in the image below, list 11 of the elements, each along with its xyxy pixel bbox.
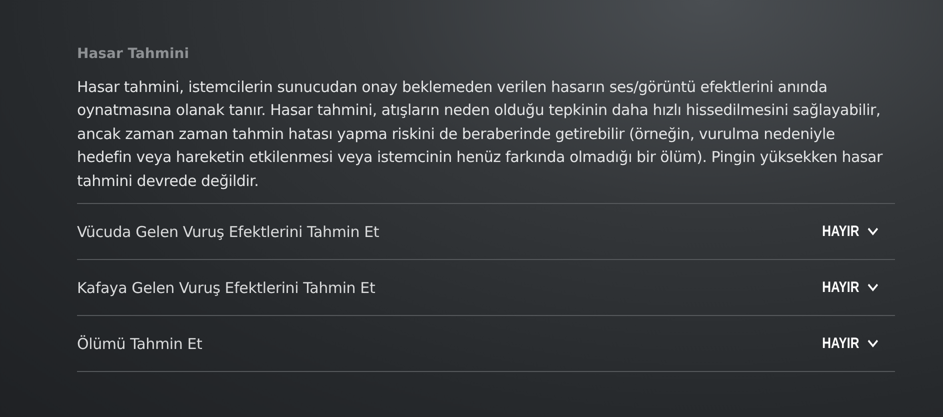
setting-label: Vücuda Gelen Vuruş Efektlerini Tahmin Et	[77, 222, 380, 241]
section-description: Hasar tahmini, istemcilerin sunucudan onay beklemeden verilen hasarın ses/görüntü efektlerini anında oynatmasına olanak tanır. Hasar tahmini, atışların neden olduğu tepkinin daha hızlı hissedilmesini sağlayabilir, ancak zaman zaman tahmin hatası yapma riskini de beraberinde getirebilir (örneğin, vurulma nedeniyle hedefin veya hareketin etkilenmesi veya istemcinin henüz farkında olmadığı bir ölüm). Pingin yüksekken hasar tahmini devrede değildir.	[77, 77, 884, 192]
dropdown[interactable]: HAYIR	[818, 331, 895, 356]
dropdown[interactable]: HAYIR	[818, 275, 895, 300]
section-title: Hasar Tahmini	[77, 46, 190, 62]
dropdown[interactable]: HAYIR	[818, 219, 895, 244]
setting-label: Kafaya Gelen Vuruş Efektlerini Tahmin Et	[77, 278, 376, 297]
setting-label: Ölümü Tahmin Et	[77, 334, 202, 353]
chevron-down-icon	[867, 283, 879, 292]
chevron-down-icon	[867, 227, 879, 236]
chevron-down-icon	[867, 339, 879, 348]
